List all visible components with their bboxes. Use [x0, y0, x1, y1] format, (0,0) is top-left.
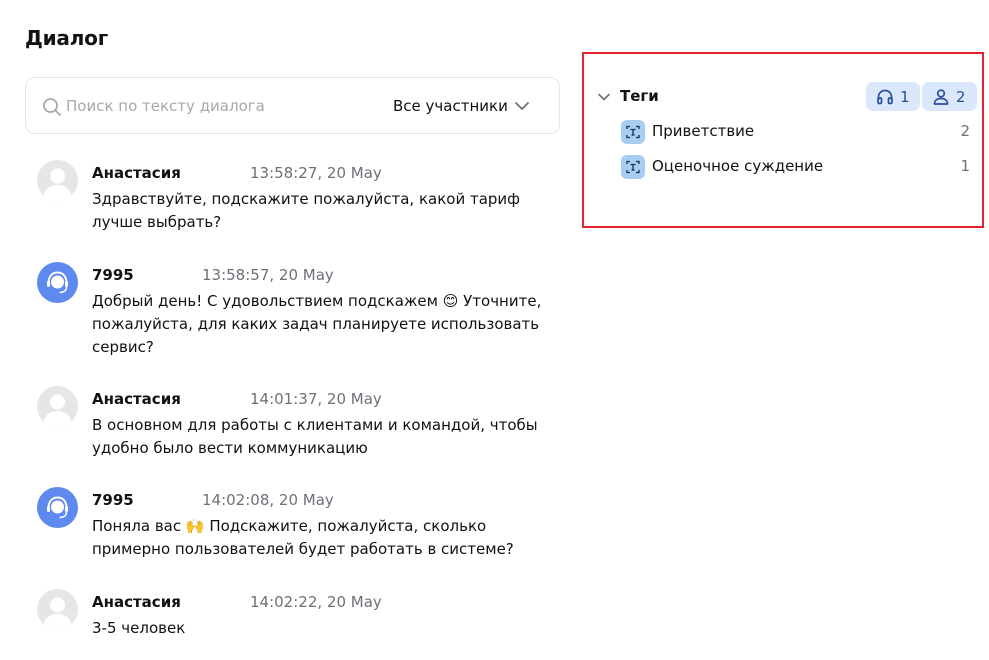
page-title: Диалог: [25, 26, 108, 50]
client-tags-count-badge[interactable]: 2: [922, 82, 977, 111]
client-tags-count: 2: [956, 88, 966, 106]
message-text: 3-5 человек: [92, 619, 186, 637]
user-avatar-icon: [43, 394, 72, 427]
message-item: 7995 14:02:08, 20 May Поняла вас 🙌 Подск…: [37, 487, 562, 559]
headphones-icon: [877, 89, 893, 105]
message-item: Анастасия 14:01:37, 20 May В основном дл…: [37, 386, 562, 458]
avatar: [37, 160, 78, 201]
operator-tags-count: 1: [900, 88, 910, 106]
message-author: 7995: [92, 491, 134, 509]
avatar: [37, 262, 78, 303]
message-author: 7995: [92, 266, 134, 284]
message-time: 14:02:22, 20 May: [250, 593, 382, 611]
person-icon: [933, 89, 949, 105]
tag-item-evaluative-judgment[interactable]: Оценочное суждение 1: [620, 153, 970, 179]
tag-scan-icon: [621, 120, 645, 144]
message-text: В основном для работы с клиентами и кома…: [92, 416, 538, 457]
message-item: 7995 13:58:57, 20 May Добрый день! С удо…: [37, 262, 562, 358]
tag-scan-icon: [621, 155, 645, 179]
tag-item-greeting[interactable]: Приветствие 2: [620, 118, 970, 144]
dialog-search-box[interactable]: Поиск по тексту диалога Все участники: [25, 77, 560, 134]
chevron-down-icon[interactable]: [597, 90, 611, 104]
operator-headset-icon: [47, 271, 68, 294]
message-item: Анастасия 13:58:27, 20 May Здравствуйте,…: [37, 160, 562, 232]
message-author: Анастасия: [92, 164, 181, 182]
message-author: Анастасия: [92, 593, 181, 611]
message-time: 14:02:08, 20 May: [202, 491, 334, 509]
message-time: 13:58:57, 20 May: [202, 266, 334, 284]
operator-headset-icon: [47, 496, 68, 519]
participants-filter[interactable]: Все участники: [393, 96, 508, 116]
avatar: [37, 487, 78, 528]
operator-tags-count-badge[interactable]: 1: [866, 82, 920, 111]
message-item: Анастасия 14:02:22, 20 May 3-5 человек: [37, 589, 562, 645]
tags-title[interactable]: Теги: [620, 86, 659, 106]
message-time: 14:01:37, 20 May: [250, 390, 382, 408]
tag-count: 2: [960, 122, 970, 140]
avatar: [37, 386, 78, 427]
message-text: Здравствуйте, подскажите пожалуйста, как…: [92, 190, 520, 231]
tag-count: 1: [960, 157, 970, 175]
tag-label: Приветствие: [652, 122, 755, 140]
search-icon: [43, 98, 61, 116]
message-text: Добрый день! С удовольствием подскажем 😊…: [92, 292, 542, 356]
message-text: Поняла вас 🙌 Подскажите, пожалуйста, ско…: [92, 517, 514, 558]
avatar: [37, 589, 78, 630]
tags-panel: Теги 1 2 Приветствие 2 Оценочное суждени…: [582, 52, 984, 228]
user-avatar-icon: [43, 168, 72, 201]
search-input[interactable]: Поиск по тексту диалога: [66, 96, 265, 116]
chevron-down-icon[interactable]: [514, 98, 530, 114]
message-time: 13:58:27, 20 May: [250, 164, 382, 182]
user-avatar-icon: [43, 597, 72, 630]
message-author: Анастасия: [92, 390, 181, 408]
tag-label: Оценочное суждение: [652, 157, 824, 175]
